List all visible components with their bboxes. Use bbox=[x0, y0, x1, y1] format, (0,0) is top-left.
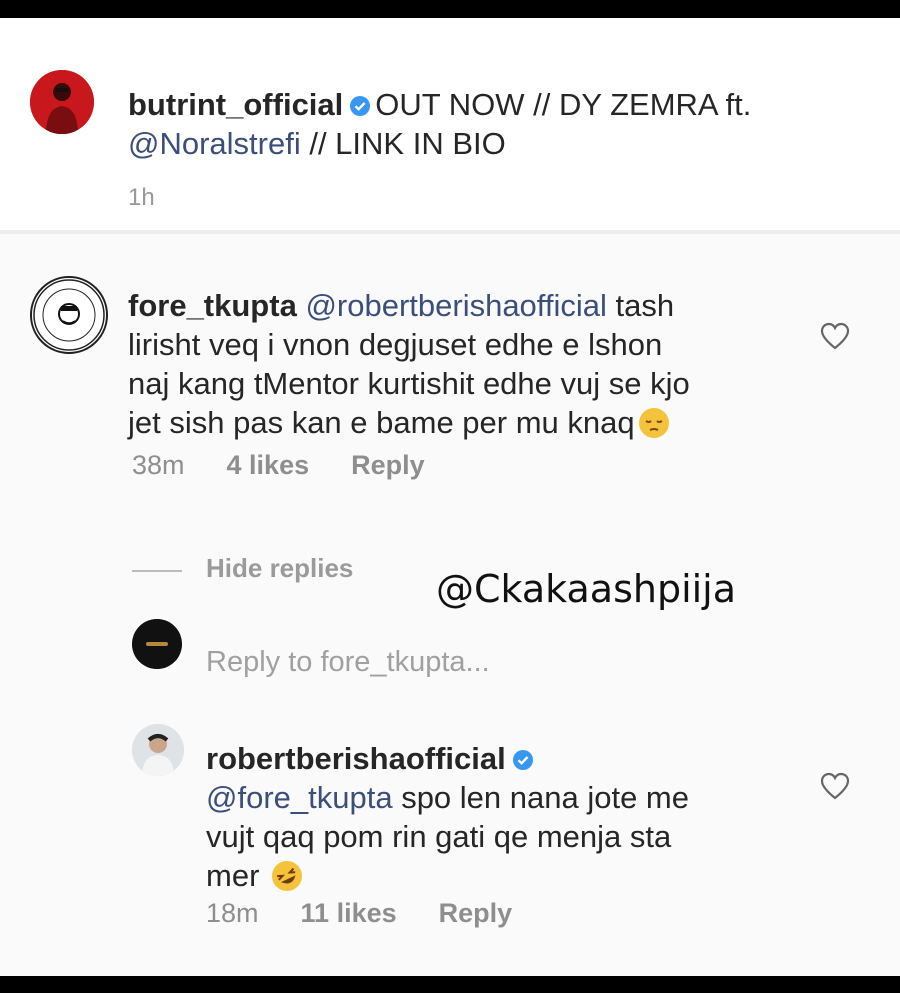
caption-text: butrint_official OUT NOW // DY ZEMRA ft. … bbox=[128, 85, 868, 163]
heart-outline-icon[interactable] bbox=[820, 772, 850, 800]
post-caption: butrint_official OUT NOW // DY ZEMRA ft. … bbox=[0, 18, 900, 234]
robertberisha-avatar[interactable] bbox=[132, 724, 184, 776]
comment-time: 38m bbox=[132, 450, 185, 480]
comment-mention[interactable]: @robertberishaofficial bbox=[305, 288, 606, 323]
verified-badge-icon bbox=[350, 96, 371, 116]
comment-username[interactable]: fore_tkupta bbox=[128, 288, 297, 323]
caption-mention[interactable]: @Noralstrefi bbox=[128, 126, 301, 161]
comments-screen: butrint_official OUT NOW // DY ZEMRA ft. … bbox=[0, 18, 900, 976]
fore-tkupta-avatar[interactable] bbox=[30, 276, 108, 354]
reply-time: 18m bbox=[206, 898, 259, 928]
comment-text: fore_tkupta @robertberishaofficial tash … bbox=[128, 286, 818, 442]
post-time: 1h bbox=[128, 184, 155, 211]
reply-line1: spo len nana jote me bbox=[392, 780, 690, 815]
watermark-text: @Ckakaashpiija bbox=[436, 567, 737, 611]
reply-line3: mer bbox=[206, 858, 260, 893]
reply-likes[interactable]: 11 likes bbox=[301, 898, 397, 928]
hide-replies-button[interactable]: Hide replies bbox=[206, 553, 353, 584]
reply-username[interactable]: robertberishaofficial bbox=[206, 741, 506, 776]
comment-line3: naj kang tMentor kurtishit edhe vuj se k… bbox=[128, 366, 690, 401]
bottom-black-bar bbox=[0, 976, 900, 993]
pensive-face-emoji bbox=[638, 408, 669, 438]
reply-meta: 18m 11 likes Reply bbox=[206, 898, 554, 929]
reply-text: robertberishaofficial @fore_tkupta spo l… bbox=[206, 739, 806, 895]
butrint-avatar[interactable] bbox=[30, 70, 94, 134]
comment-line1: tash bbox=[606, 288, 675, 323]
comment-line2: lirisht veq i vnon degjuset edhe e lshon bbox=[128, 327, 663, 362]
current-user-avatar bbox=[132, 619, 182, 669]
heart-outline-icon[interactable] bbox=[820, 322, 850, 350]
verified-badge-icon bbox=[512, 750, 533, 770]
hide-replies-line bbox=[132, 570, 182, 572]
reply-line2: vujt qaq pom rin gati qe menja sta bbox=[206, 819, 672, 854]
post-username[interactable]: butrint_official bbox=[128, 87, 343, 122]
comment-meta: 38m 4 likes Reply bbox=[132, 450, 467, 481]
reply-input[interactable]: Reply to fore_tkupta... bbox=[206, 646, 490, 679]
comment-likes[interactable]: 4 likes bbox=[227, 450, 310, 480]
reply-reply-button[interactable]: Reply bbox=[439, 898, 513, 928]
comment-line4: jet sish pas kan e bame per mu knaq bbox=[128, 405, 635, 440]
rolling-laughing-emoji bbox=[272, 861, 303, 891]
reply-mention[interactable]: @fore_tkupta bbox=[206, 780, 393, 815]
comment-reply-button[interactable]: Reply bbox=[351, 450, 425, 480]
caption-part2: // LINK IN BIO bbox=[300, 126, 506, 161]
caption-part1: OUT NOW // DY ZEMRA ft. bbox=[375, 87, 752, 122]
